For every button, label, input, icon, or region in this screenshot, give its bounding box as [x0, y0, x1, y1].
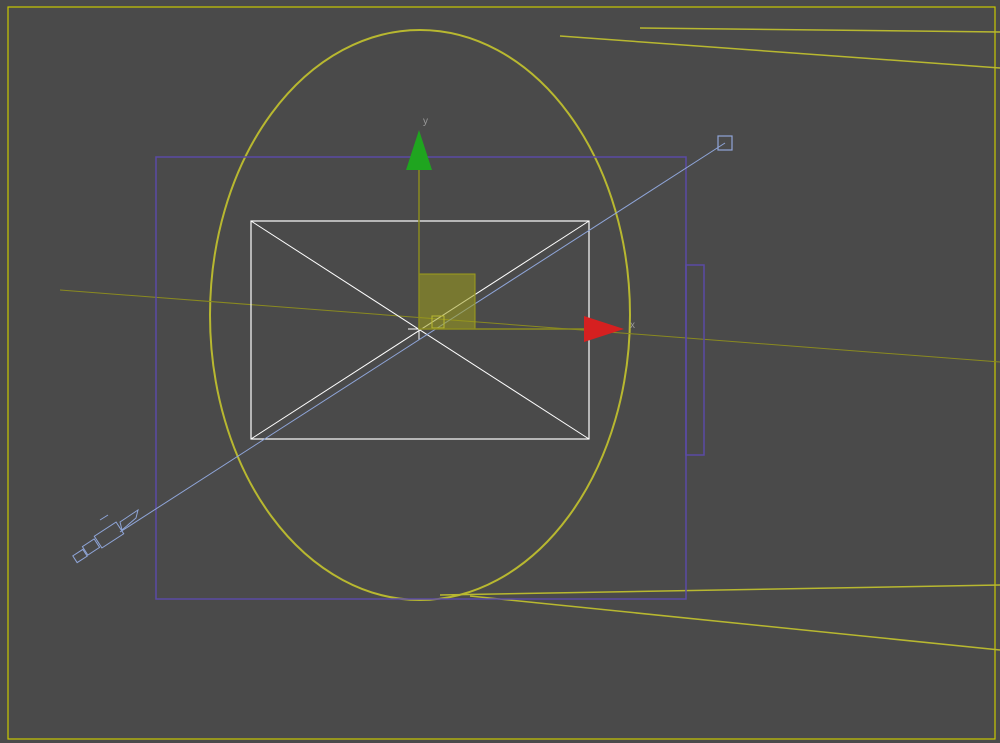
gizmo-x-label: x	[630, 320, 635, 331]
gizmo-y-label: y	[423, 116, 428, 127]
object-detail	[686, 265, 704, 455]
light-cone-edge	[440, 585, 1000, 595]
gizmo-y-arrowhead[interactable]	[406, 130, 432, 170]
object-bounding-box[interactable]	[156, 157, 686, 599]
camera-frame[interactable]	[251, 221, 589, 439]
transform-gizmo[interactable]	[406, 130, 624, 342]
3d-viewport[interactable]: y x	[0, 0, 1000, 743]
light-axis-line	[60, 290, 1000, 362]
gizmo-xy-plane[interactable]	[419, 274, 475, 329]
gizmo-x-arrowhead[interactable]	[584, 316, 624, 342]
viewport-canvas[interactable]	[0, 0, 1000, 743]
light-cone-edge	[640, 28, 1000, 32]
light-cone-edge	[560, 36, 1000, 68]
light-cone-edge	[470, 596, 1000, 650]
camera-icon[interactable]	[73, 510, 138, 563]
